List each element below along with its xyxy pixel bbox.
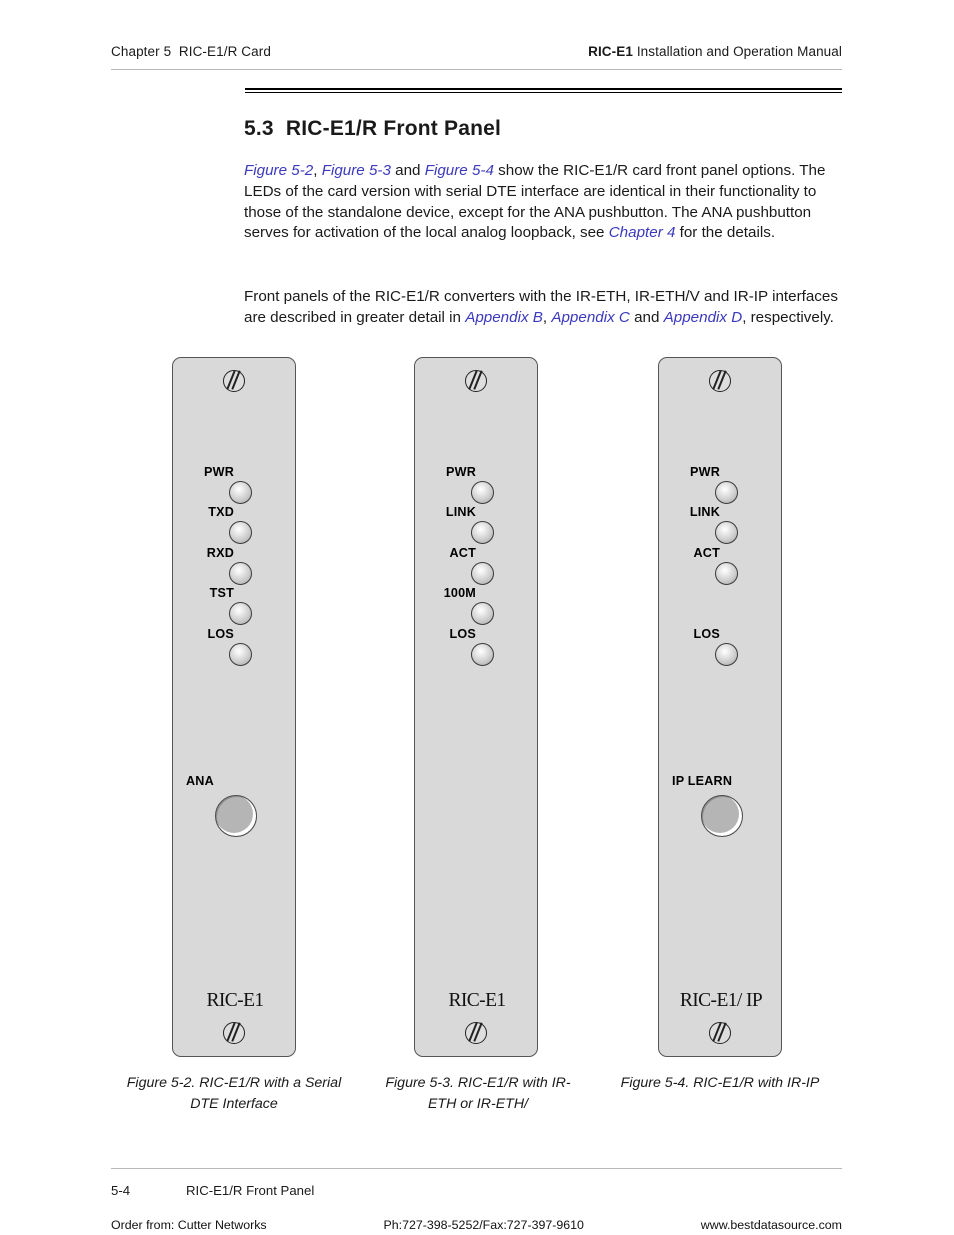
header-divider: [111, 69, 842, 70]
led-indicator-pwr: [715, 481, 738, 504]
front-panel-ir-eth: PWR LINK ACT 100M LOS RIC-E1: [414, 357, 538, 1057]
footer-divider: [111, 1168, 842, 1169]
screw-icon: [223, 370, 245, 392]
header-chapter-label: Chapter 5 RIC-E1/R Card: [111, 44, 271, 59]
screw-icon: [709, 370, 731, 392]
paragraph-text: , respectively.: [742, 308, 834, 326]
led-indicator-los: [471, 643, 494, 666]
panel-brand-label: RIC-E1: [206, 990, 264, 1011]
led-indicator-los: [715, 643, 738, 666]
paragraph-text: and: [390, 162, 425, 180]
order-info-bar: Order from: Cutter Networks Ph:727-398-5…: [111, 1218, 842, 1232]
xref-figure-5-4[interactable]: Figure 5-4: [425, 162, 494, 179]
xref-figure-5-2[interactable]: Figure 5-2: [244, 162, 313, 179]
led-indicator-pwr: [229, 481, 252, 504]
led-indicator-los: [229, 643, 252, 666]
header-manual-title: RIC-E1 Installation and Operation Manual: [588, 44, 842, 59]
led-label-pwr: PWR: [204, 465, 234, 479]
heading-double-rule: [245, 88, 842, 93]
page-title: 5.3 RIC-E1/R Front Panel: [244, 117, 502, 141]
led-indicator-rxd: [229, 562, 252, 585]
xref-appendix-b[interactable]: Appendix B: [465, 309, 543, 326]
led-indicator-100m: [471, 602, 494, 625]
footer-section-name: RIC-E1/R Front Panel: [186, 1183, 315, 1198]
led-label-link: LINK: [689, 505, 720, 519]
led-label-los: LOS: [207, 627, 234, 641]
appendix-paragraph: Front panels of the RIC-E1/R converters …: [244, 287, 844, 328]
led-indicator-link: [715, 521, 738, 544]
led-label-act: ACT: [693, 546, 720, 560]
screw-icon: [465, 1022, 487, 1044]
figure-caption-5-3: Figure 5-3. RIC-E1/R with IR-ETH or IR-E…: [385, 1075, 571, 1112]
screw-icon: [465, 370, 487, 392]
website-text[interactable]: www.bestdatasource.com: [701, 1218, 842, 1232]
led-label-los: LOS: [449, 627, 476, 641]
xref-chapter-4[interactable]: Chapter 4: [609, 224, 676, 241]
led-indicator-txd: [229, 521, 252, 544]
pushbutton-ana[interactable]: [215, 795, 257, 837]
led-label-pwr: PWR: [690, 465, 720, 479]
led-label-pwr: PWR: [446, 465, 476, 479]
led-label-rxd: RXD: [206, 546, 234, 560]
pushbutton-label: IP LEARN: [672, 774, 733, 788]
page-header: Chapter 5 RIC-E1/R Card RIC-E1 Installat…: [111, 44, 842, 59]
screw-icon: [223, 1022, 245, 1044]
led-label-txd: TXD: [208, 505, 234, 519]
led-label-act: ACT: [449, 546, 476, 560]
figure-caption-5-4: Figure 5-4. RIC-E1/R with IR-IP: [620, 1075, 820, 1091]
xref-appendix-c[interactable]: Appendix C: [551, 309, 630, 326]
order-from-text: Order from: Cutter Networks: [111, 1218, 267, 1232]
paragraph-text: and: [629, 308, 664, 326]
front-panel-ir-ip: PWR LINK ACT LOS IP LEARN RIC-E1/ IP: [658, 357, 782, 1057]
xref-appendix-d[interactable]: Appendix D: [664, 309, 743, 326]
header-manual-title-bold: RIC-E1: [588, 44, 633, 59]
led-indicator-tst: [229, 602, 252, 625]
led-indicator-act: [471, 562, 494, 585]
paragraph-text: for the details.: [675, 224, 776, 242]
paragraph-text: ,: [313, 162, 322, 180]
phone-fax-text: Ph:727-398-5252/Fax:727-397-9610: [383, 1218, 584, 1232]
led-indicator-link: [471, 521, 494, 544]
led-indicator-act: [715, 562, 738, 585]
led-label-tst: TST: [209, 586, 234, 600]
figure-caption-5-2: Figure 5-2. RIC-E1/R with a Serial DTE I…: [126, 1075, 342, 1112]
front-panel-serial-dte: PWR TXD RXD TST LOS ANA RIC-E1: [172, 357, 296, 1057]
footer-page-number: 5-4: [111, 1183, 131, 1198]
led-indicator-pwr: [471, 481, 494, 504]
led-label-los: LOS: [693, 627, 720, 641]
header-manual-title-rest: Installation and Operation Manual: [632, 44, 842, 59]
xref-figure-5-3[interactable]: Figure 5-3: [322, 162, 391, 179]
screw-icon: [709, 1022, 731, 1044]
panel-brand-label: RIC-E1/ IP: [679, 990, 763, 1011]
led-label-100m: 100M: [443, 586, 476, 600]
pushbutton-label: ANA: [186, 774, 214, 788]
led-label-link: LINK: [445, 505, 476, 519]
panel-brand-label: RIC-E1: [448, 990, 506, 1011]
intro-paragraph: Figure 5-2, Figure 5-3 and Figure 5-4 sh…: [244, 161, 844, 244]
pushbutton-ip-learn[interactable]: [701, 795, 743, 837]
